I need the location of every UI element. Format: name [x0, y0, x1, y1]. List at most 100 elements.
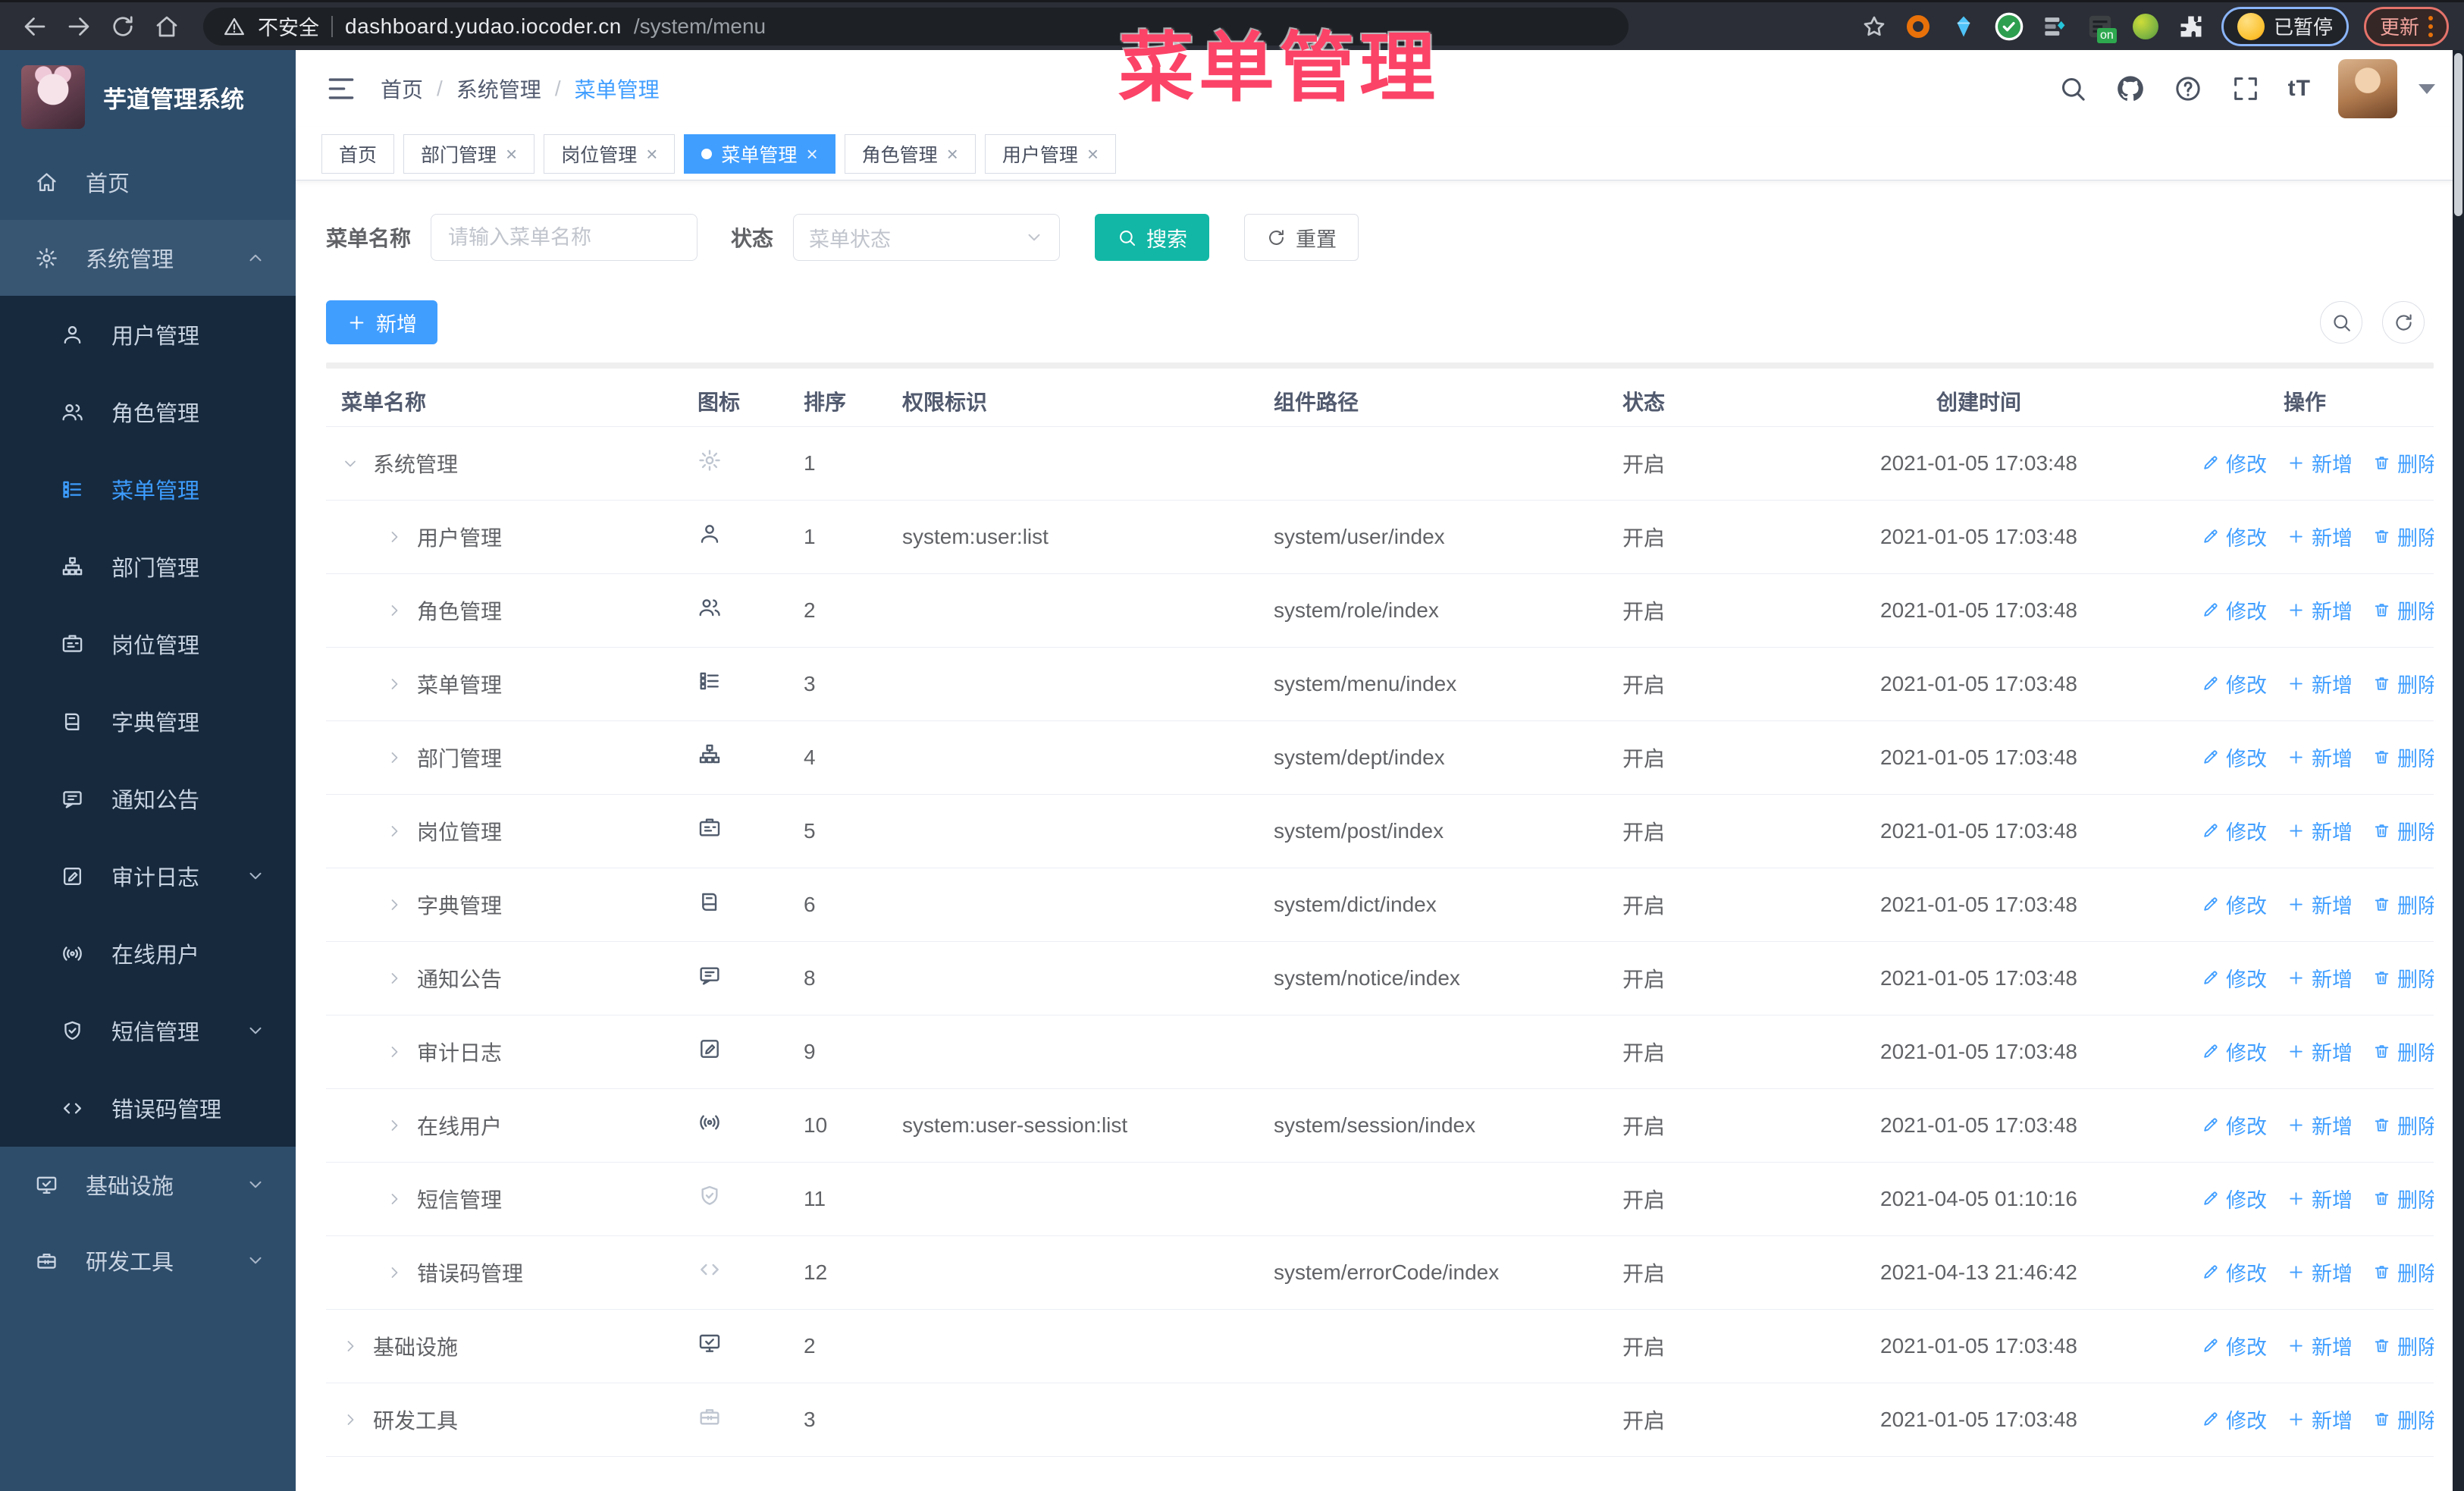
edit-button[interactable]: 修改 [2201, 816, 2267, 846]
delete-button[interactable]: 删除 [2372, 669, 2434, 698]
edit-button[interactable]: 修改 [2201, 1037, 2267, 1066]
edit-button[interactable]: 修改 [2201, 963, 2267, 993]
reload-icon[interactable] [103, 7, 143, 46]
menu-name-input[interactable] [431, 214, 698, 261]
bookmark-star-icon[interactable] [1861, 13, 1888, 40]
back-icon[interactable] [15, 7, 55, 46]
tab-3[interactable]: 菜单管理 × [684, 133, 835, 174]
caret-down-icon[interactable] [341, 454, 359, 472]
collapse-sidebar-icon[interactable] [324, 72, 358, 105]
delete-button[interactable]: 删除 [2372, 816, 2434, 846]
edit-button[interactable]: 修改 [2201, 1110, 2267, 1140]
profile-paused-badge[interactable]: 已暂停 [2221, 6, 2349, 46]
close-icon[interactable]: × [947, 144, 958, 164]
caret-right-icon[interactable] [385, 601, 403, 620]
delete-button[interactable]: 删除 [2372, 448, 2434, 478]
edit-button[interactable]: 修改 [2201, 890, 2267, 919]
search-icon[interactable] [2058, 74, 2088, 104]
page-scrollbar[interactable] [2453, 50, 2464, 1491]
sidebar-item-14[interactable]: 研发工具 [0, 1223, 296, 1298]
chevron-down-icon[interactable] [2419, 83, 2435, 94]
sidebar-item-0[interactable]: 首页 [0, 144, 296, 220]
add-row-button[interactable]: 新增 [2287, 1331, 2353, 1361]
add-row-button[interactable]: 新增 [2287, 448, 2353, 478]
fullscreen-icon[interactable] [2230, 74, 2261, 104]
add-row-button[interactable]: 新增 [2287, 522, 2353, 551]
search-button[interactable]: 搜索 [1095, 214, 1210, 261]
close-icon[interactable]: × [1087, 144, 1099, 164]
caret-right-icon[interactable] [385, 1190, 403, 1208]
sidebar-item-2[interactable]: 用户管理 [0, 296, 296, 373]
sidebar-item-12[interactable]: 错误码管理 [0, 1069, 296, 1147]
tab-1[interactable]: 部门管理 × [403, 133, 535, 174]
sidebar-item-10[interactable]: 在线用户 [0, 915, 296, 992]
sidebar-item-7[interactable]: 字典管理 [0, 683, 296, 760]
sidebar-item-8[interactable]: 通知公告 [0, 760, 296, 837]
breadcrumb-item[interactable]: 系统管理 [456, 74, 541, 104]
extension-check-icon[interactable] [1994, 11, 2024, 42]
add-row-button[interactable]: 新增 [2287, 1037, 2353, 1066]
edit-button[interactable]: 修改 [2201, 448, 2267, 478]
forward-icon[interactable] [59, 7, 99, 46]
update-button[interactable]: 更新 [2363, 6, 2449, 46]
tab-4[interactable]: 角色管理 × [844, 133, 976, 174]
delete-button[interactable]: 删除 [2372, 1257, 2434, 1287]
menu-dots-icon[interactable] [2428, 15, 2433, 37]
delete-button[interactable]: 删除 [2372, 1037, 2434, 1066]
add-row-button[interactable]: 新增 [2287, 1110, 2353, 1140]
caret-right-icon[interactable] [385, 675, 403, 693]
tab-0[interactable]: 首页 [321, 133, 395, 174]
tab-2[interactable]: 岗位管理 × [544, 133, 676, 174]
extension-frog-icon[interactable] [2130, 11, 2161, 42]
avatar[interactable] [2338, 59, 2397, 118]
edit-button[interactable]: 修改 [2201, 669, 2267, 698]
caret-right-icon[interactable] [385, 1263, 403, 1282]
add-row-button[interactable]: 新增 [2287, 1257, 2353, 1287]
delete-button[interactable]: 删除 [2372, 1405, 2434, 1434]
close-icon[interactable]: × [806, 144, 817, 164]
tab-5[interactable]: 用户管理 × [984, 133, 1117, 174]
edit-button[interactable]: 修改 [2201, 1405, 2267, 1434]
extension-on-badge-icon[interactable]: on [2085, 11, 2117, 43]
extensions-puzzle-icon[interactable] [2176, 11, 2206, 42]
sidebar-item-1[interactable]: 系统管理 [0, 220, 296, 296]
scrollbar-thumb[interactable] [2454, 53, 2462, 216]
caret-right-icon[interactable] [385, 1043, 403, 1061]
extension-orange-icon[interactable] [1903, 11, 1933, 42]
caret-right-icon[interactable] [385, 896, 403, 914]
delete-button[interactable]: 删除 [2372, 890, 2434, 919]
logo-row[interactable]: 芋道管理系统 [0, 50, 296, 144]
add-row-button[interactable]: 新增 [2287, 890, 2353, 919]
breadcrumb-item[interactable]: 菜单管理 [575, 74, 660, 104]
refresh-table-button[interactable] [2382, 301, 2425, 344]
add-row-button[interactable]: 新增 [2287, 1184, 2353, 1213]
delete-button[interactable]: 删除 [2372, 963, 2434, 993]
sidebar-item-11[interactable]: 短信管理 [0, 992, 296, 1069]
add-row-button[interactable]: 新增 [2287, 595, 2353, 625]
sidebar-item-6[interactable]: 岗位管理 [0, 605, 296, 683]
add-row-button[interactable]: 新增 [2287, 669, 2353, 698]
edit-button[interactable]: 修改 [2201, 1331, 2267, 1361]
close-icon[interactable]: × [646, 144, 657, 164]
delete-button[interactable]: 删除 [2372, 1184, 2434, 1213]
caret-right-icon[interactable] [341, 1411, 359, 1429]
delete-button[interactable]: 删除 [2372, 1110, 2434, 1140]
add-button[interactable]: 新增 [326, 300, 437, 344]
sidebar-item-3[interactable]: 角色管理 [0, 373, 296, 450]
close-icon[interactable]: × [506, 144, 517, 164]
caret-right-icon[interactable] [385, 822, 403, 840]
sidebar-item-9[interactable]: 审计日志 [0, 837, 296, 915]
caret-right-icon[interactable] [385, 1116, 403, 1135]
extension-gem-icon[interactable] [1948, 11, 1979, 42]
edit-button[interactable]: 修改 [2201, 595, 2267, 625]
sidebar-item-4[interactable]: 菜单管理 [0, 450, 296, 528]
edit-button[interactable]: 修改 [2201, 1257, 2267, 1287]
font-size-icon[interactable]: tT [2288, 76, 2311, 102]
delete-button[interactable]: 删除 [2372, 522, 2434, 551]
edit-button[interactable]: 修改 [2201, 742, 2267, 772]
sidebar-item-13[interactable]: 基础设施 [0, 1147, 296, 1223]
caret-right-icon[interactable] [385, 969, 403, 987]
breadcrumb-item[interactable]: 首页 [381, 74, 423, 104]
github-icon[interactable] [2115, 74, 2146, 104]
delete-button[interactable]: 删除 [2372, 595, 2434, 625]
